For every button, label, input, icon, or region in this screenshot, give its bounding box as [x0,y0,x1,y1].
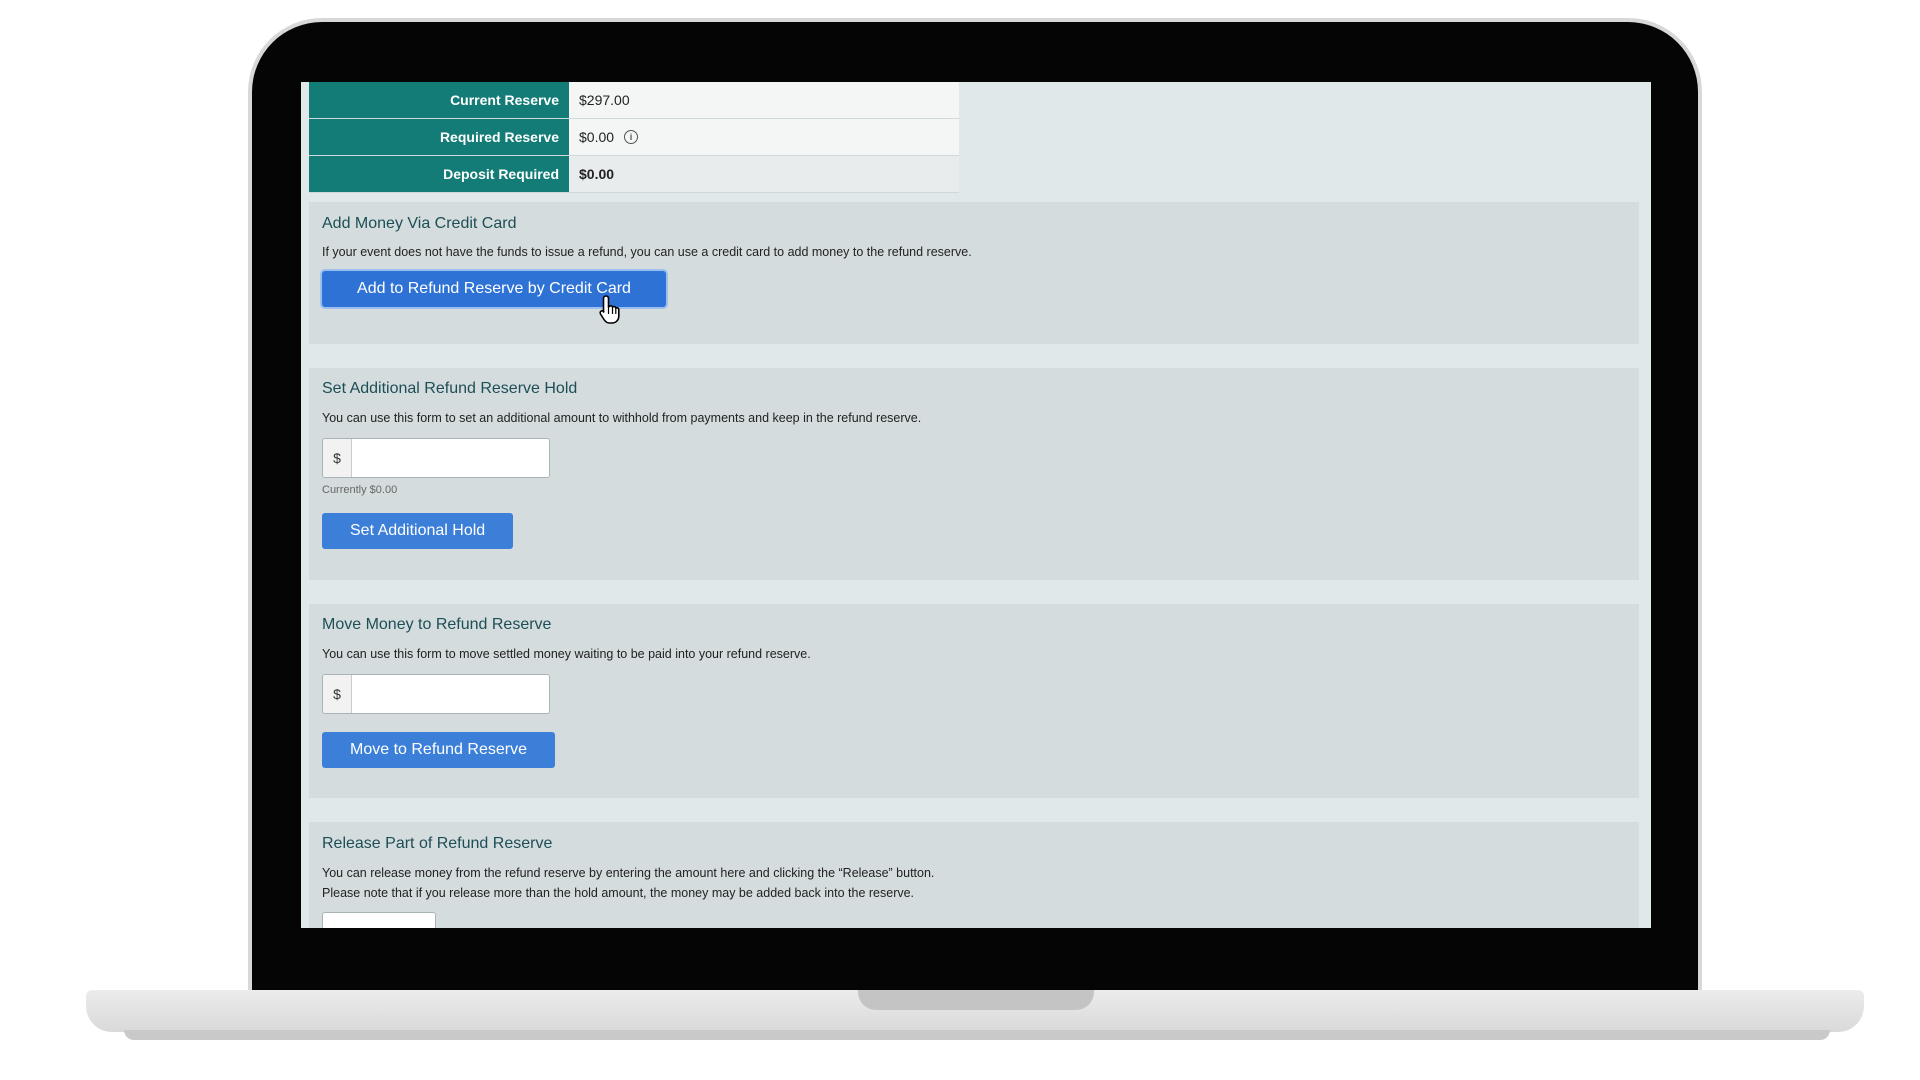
credit-card-title: Add Money Via Credit Card [322,215,517,232]
credit-card-panel: Add Money Via Credit Card If your event … [309,202,1639,344]
release-amount-field[interactable] [322,912,436,928]
summary-label: Required Reserve [309,119,569,155]
summary-value-cell: $0.00 i [569,119,959,155]
summary-label: Deposit Required [309,156,569,192]
release-title: Release Part of Refund Reserve [322,835,553,852]
summary-value: $297.00 [569,82,959,118]
summary-row-required-reserve: Required Reserve $0.00 i [309,119,959,156]
currency-prefix: $ [323,675,352,713]
release-panel: Release Part of Refund Reserve You can r… [309,822,1639,928]
move-money-amount-input[interactable] [352,675,549,713]
move-money-amount-field: $ [322,674,550,714]
additional-hold-title: Set Additional Refund Reserve Hold [322,380,578,397]
summary-label: Current Reserve [309,82,569,118]
move-money-panel: Move Money to Refund Reserve You can use… [309,604,1639,798]
hand-pointer-cursor-icon [599,295,620,324]
laptop-screen: Current Reserve $297.00 Required Reserve… [301,82,1651,928]
summary-value: $0.00 [569,156,959,192]
move-money-description: You can use this form to move settled mo… [322,647,811,661]
release-description-line1: You can release money from the refund re… [322,866,935,880]
summary-value: $0.00 [579,129,615,145]
laptop-base-lip [124,1030,1830,1040]
move-to-refund-reserve-button[interactable]: Move to Refund Reserve [322,732,555,768]
release-description-line2: Please note that if you release more tha… [322,886,915,900]
credit-card-description: If your event does not have the funds to… [322,245,972,259]
summary-row-current-reserve: Current Reserve $297.00 [309,82,959,119]
laptop-notch [858,990,1094,1010]
move-money-title: Move Money to Refund Reserve [322,616,552,633]
set-additional-hold-button[interactable]: Set Additional Hold [322,513,514,549]
reserve-summary-table: Current Reserve $297.00 Required Reserve… [309,82,959,193]
additional-hold-current-hint: Currently $0.00 [322,484,398,496]
summary-row-deposit-required: Deposit Required $0.00 [309,156,959,193]
additional-hold-description: You can use this form to set an addition… [322,411,922,425]
additional-hold-amount-field: $ [322,438,550,478]
currency-prefix: $ [323,439,352,477]
additional-hold-panel: Set Additional Refund Reserve Hold You c… [309,368,1639,580]
additional-hold-amount-input[interactable] [352,439,549,477]
info-icon[interactable]: i [624,130,639,144]
